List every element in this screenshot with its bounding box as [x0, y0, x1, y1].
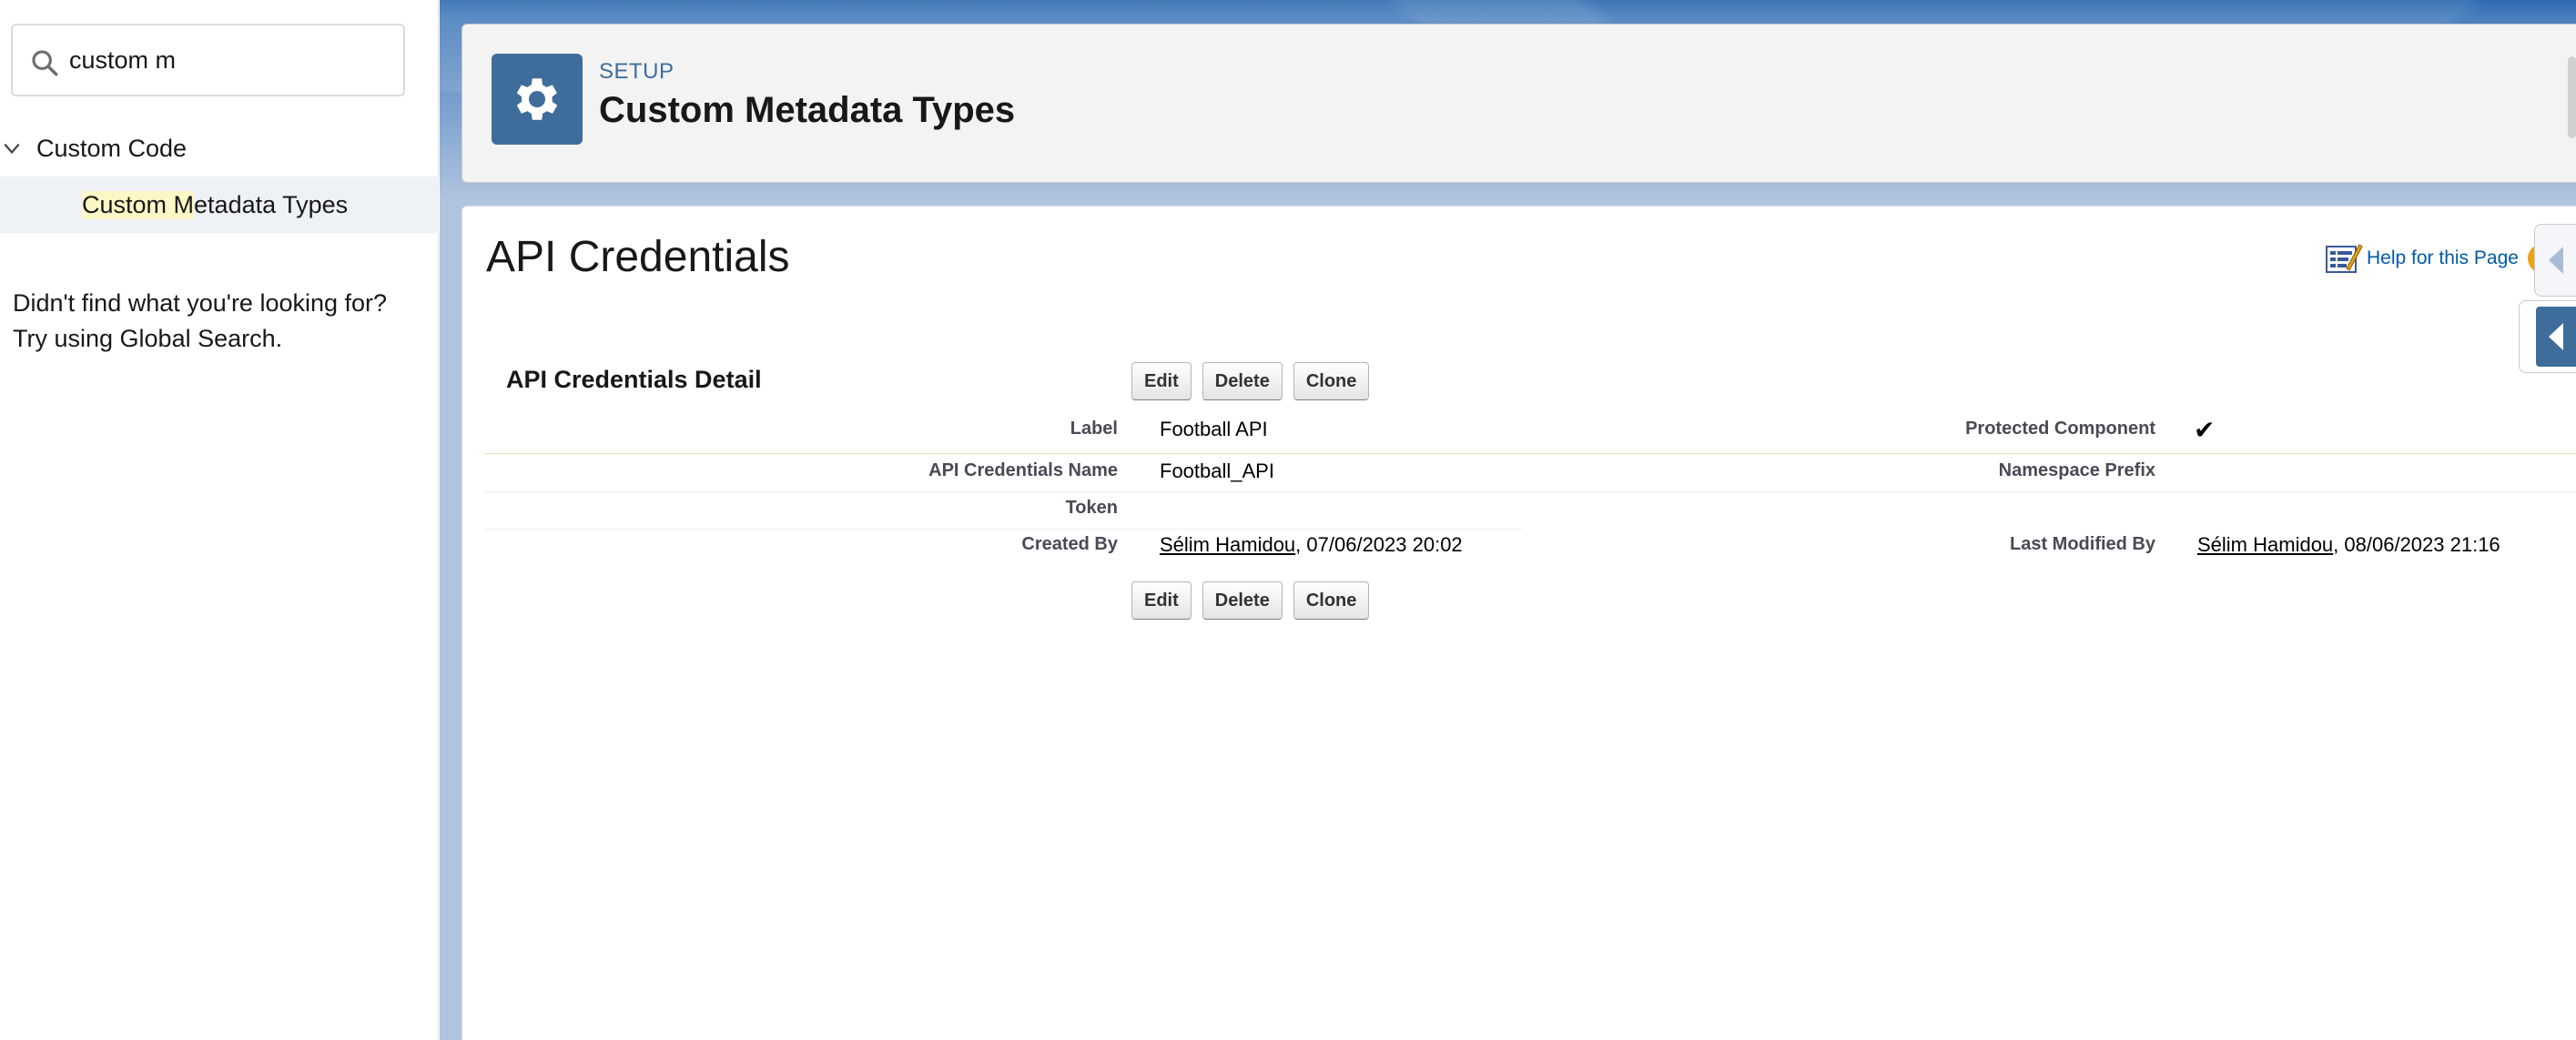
setup-eyebrow: SETUP — [599, 59, 674, 84]
created-by-user-link[interactable]: Sélim Hamidou — [1160, 533, 1295, 556]
field-last-modified-by-value: Sélim Hamidou, 08/06/2023 21:16 — [2197, 533, 2500, 557]
tree-group-custom-code[interactable]: Custom Code — [0, 124, 439, 173]
field-api-name-value: Football_API — [1160, 459, 1274, 482]
gear-icon — [492, 54, 583, 145]
modified-by-user-link[interactable]: Sélim Hamidou — [2197, 533, 2333, 556]
chevron-down-icon[interactable] — [2, 138, 22, 158]
edit-button[interactable]: Edit — [1131, 581, 1192, 620]
field-last-modified-by-label: Last Modified By — [2009, 534, 2155, 554]
search-icon — [32, 50, 58, 76]
record-heading: API Credentials — [486, 233, 790, 281]
side-panel-tab-collapse[interactable] — [2534, 224, 2576, 297]
clone-button[interactable]: Clone — [1293, 362, 1370, 400]
not-found-line-1: Didn't find what you're looking for? — [13, 289, 388, 317]
help-doc-icon — [2326, 244, 2363, 273]
triangle-left-icon — [2548, 247, 2563, 274]
row-divider — [484, 491, 2576, 492]
edit-button[interactable]: Edit — [1131, 362, 1192, 400]
field-label-label: Label — [1070, 419, 1118, 439]
page-title: Custom Metadata Types — [599, 90, 1016, 130]
side-panel-tab-expand[interactable] — [2519, 300, 2576, 373]
field-created-by-value: Sélim Hamidou, 07/06/2023 20:02 — [1160, 533, 1463, 557]
main-content-area: SETUP Custom Metadata Types API Credenti… — [440, 0, 2576, 1040]
clone-button[interactable]: Clone — [1293, 581, 1370, 620]
triangle-left-icon — [2549, 323, 2563, 350]
field-label-value: Football API — [1160, 418, 1268, 440]
setup-sidebar: Custom Code Custom Metadata Types Didn't… — [0, 0, 439, 1040]
setup-header: SETUP Custom Metadata Types — [461, 24, 2576, 183]
not-found-message: Didn't find what you're looking for? Try… — [13, 286, 431, 357]
scrollbar-handle[interactable] — [2568, 56, 2576, 138]
field-protected-component-label: Protected Component — [1965, 419, 2155, 439]
tree-group-label: Custom Code — [36, 134, 188, 162]
row-divider — [484, 453, 2576, 454]
field-token-label: Token — [1065, 498, 1118, 518]
quick-find-box[interactable] — [11, 24, 405, 96]
modified-by-date: , 08/06/2023 21:16 — [2333, 533, 2500, 556]
field-namespace-prefix-label: Namespace Prefix — [1998, 460, 2155, 480]
help-for-this-page-link[interactable]: Help for this Page ? — [2325, 241, 2557, 276]
search-match-highlight: Custom M — [82, 190, 195, 219]
quick-find-input[interactable] — [69, 25, 397, 95]
field-created-by-label: Created By — [1021, 534, 1118, 554]
not-found-line-2: Try using Global Search. — [13, 325, 283, 352]
delete-button[interactable]: Delete — [1202, 362, 1283, 400]
detail-buttons-top: Edit Delete Clone — [1131, 362, 1370, 400]
detail-buttons-bottom: Edit Delete Clone — [1131, 581, 1370, 620]
delete-button[interactable]: Delete — [1202, 581, 1283, 620]
help-link-label[interactable]: Help for this Page — [2367, 247, 2519, 269]
content-card: API Credentials Help for this Page ? API… — [461, 206, 2576, 1040]
checkmark-icon: ✔ — [2194, 416, 2216, 444]
tree-item-label-rest: etadata Types — [194, 190, 349, 218]
row-divider — [484, 529, 1522, 530]
created-by-date: , 07/06/2023 20:02 — [1295, 533, 1463, 556]
tree-item-custom-metadata-types[interactable]: Custom Metadata Types — [0, 177, 439, 233]
detail-section-title: API Credentials Detail — [506, 366, 762, 393]
field-api-name-label: API Credentials Name — [928, 460, 1118, 480]
side-panel-toggle[interactable] — [2536, 307, 2576, 367]
